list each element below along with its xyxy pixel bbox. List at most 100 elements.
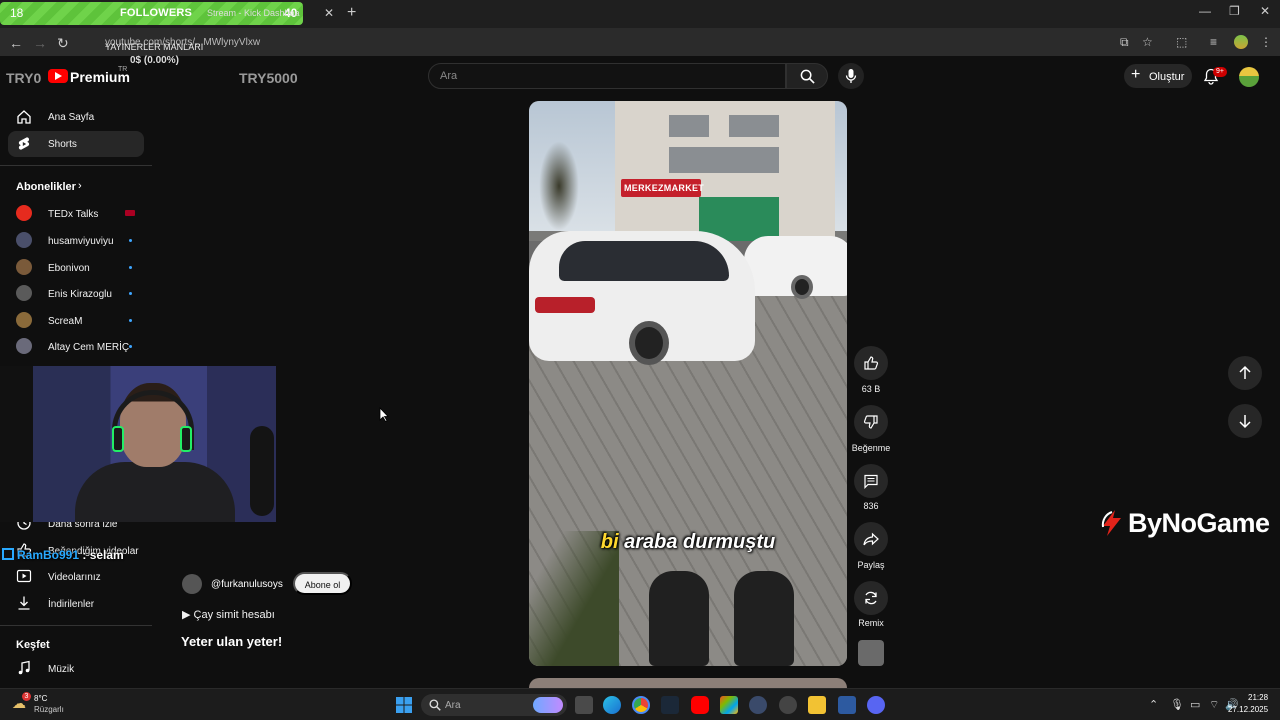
subscription-label[interactable]: Enis Kirazoglu (48, 289, 112, 300)
channel-avatar-tedx[interactable] (16, 205, 32, 221)
bookmark-star-icon[interactable]: ☆ (1142, 35, 1153, 49)
search-button[interactable] (786, 63, 828, 89)
discord-icon[interactable] (867, 696, 885, 714)
guitar-silhouette (250, 426, 274, 516)
chat-text: : selam (79, 548, 124, 562)
taskbar-date[interactable]: 27.12.2025 (1228, 705, 1268, 714)
microphone-icon[interactable]: 🎙 (1170, 698, 1184, 711)
short-title: Yeter ulan yeter! (181, 634, 283, 649)
streamer-body (75, 462, 235, 522)
create-label: Oluştur (1149, 71, 1185, 83)
share-button[interactable] (854, 522, 888, 556)
account-avatar[interactable] (1239, 67, 1259, 87)
channel-avatar[interactable] (16, 259, 32, 275)
browser-tab-title[interactable]: Stream - Kick Dashboa (207, 8, 300, 18)
new-content-dot (129, 345, 132, 348)
chrome-browser-icon[interactable] (632, 696, 650, 714)
office-icon[interactable] (720, 696, 738, 714)
video-caption: bi araba durmuştu (529, 531, 847, 554)
notification-badge: 9+ (1213, 67, 1227, 77)
video-window (729, 115, 779, 137)
weather-description[interactable]: Rüzgarlı (34, 705, 64, 714)
comments-button[interactable] (854, 464, 888, 498)
search-icon (800, 69, 815, 84)
logo-region-code: TR (118, 66, 128, 73)
weather-temperature[interactable]: 8°C (34, 694, 47, 703)
like-count: 63 B (861, 384, 881, 394)
live-indicator-icon (125, 210, 135, 216)
dislike-button[interactable] (854, 405, 888, 439)
reload-icon[interactable]: ↻ (57, 35, 69, 52)
subscription-label[interactable]: ScreaM (48, 316, 82, 327)
chevron-right-icon[interactable]: › (78, 180, 82, 192)
dislike-label: Beğenme (851, 443, 891, 453)
search-input[interactable] (428, 63, 786, 89)
sidebar-item-downloads[interactable]: İndirilenler (48, 599, 94, 610)
channel-avatar[interactable] (16, 285, 32, 301)
caption-highlight: bi (600, 531, 619, 553)
voice-search-button[interactable] (838, 63, 864, 89)
thumbs-down-icon (863, 415, 878, 429)
youtube-app-icon[interactable] (691, 696, 709, 714)
donation-counter-left: TRY0 (6, 70, 42, 86)
remix-button[interactable] (854, 581, 888, 615)
microphone-icon (845, 69, 857, 83)
minimize-icon[interactable]: — (1199, 4, 1211, 18)
forward-icon[interactable]: → (33, 35, 47, 51)
sidebar-item-your-videos[interactable]: Videolarınız (48, 572, 101, 583)
sidebar-item-music[interactable]: Müzik (48, 664, 74, 675)
network-icon[interactable]: ⌔ (1209, 698, 1219, 712)
file-explorer-icon[interactable] (808, 696, 826, 714)
edge-browser-icon[interactable] (603, 696, 621, 714)
app-icon[interactable] (749, 696, 767, 714)
browser-profile-avatar[interactable] (1234, 35, 1248, 49)
subscribe-button[interactable]: Abone ol (293, 572, 352, 595)
youtube-logo-icon[interactable] (48, 69, 68, 83)
subscription-label[interactable]: husamviyuviyu (48, 236, 114, 247)
donation-counter-right: TRY5000 (239, 70, 298, 86)
explore-heading: Keşfet (16, 639, 50, 651)
short-video-player[interactable]: MERKEZMARKET bi araba durmuştu (529, 101, 847, 666)
channel-avatar[interactable] (182, 574, 202, 594)
browser-menu-icon[interactable]: ⋮ (1260, 35, 1272, 49)
subscription-label[interactable]: Altay Cem MERİÇ (48, 342, 129, 353)
taskbar-time[interactable]: 21:28 (1248, 693, 1268, 702)
close-window-icon[interactable]: ✕ (1260, 4, 1270, 18)
video-car-wheel (791, 275, 813, 299)
tray-overflow-icon[interactable]: ⌃ (1149, 698, 1158, 711)
home-icon (17, 110, 31, 124)
like-button[interactable] (854, 346, 888, 380)
channel-handle[interactable]: @furkanulusoys (211, 579, 283, 590)
media-control-icon[interactable]: ≡ (1210, 35, 1217, 49)
new-tab-icon[interactable]: + (347, 4, 356, 22)
video-balcony (669, 147, 779, 173)
stream-overlay-progress: 0$ (0.00%) (130, 55, 179, 66)
restore-icon[interactable]: ❐ (1229, 4, 1240, 18)
channel-avatar[interactable] (16, 338, 32, 354)
tab-close-icon[interactable]: ✕ (324, 6, 334, 20)
steam-icon[interactable] (661, 696, 679, 714)
app-icon[interactable] (838, 696, 856, 714)
subscription-label[interactable]: Ebonivon (48, 263, 90, 274)
back-icon[interactable]: ← (9, 35, 23, 51)
sound-thumbnail[interactable] (858, 640, 884, 666)
sidebar-divider (0, 625, 152, 626)
subscriptions-heading[interactable]: Abonelikler (16, 181, 76, 193)
video-shoe-left (649, 571, 709, 666)
obs-icon[interactable] (779, 696, 797, 714)
windows-start-icon[interactable] (396, 697, 412, 713)
task-view-icon[interactable] (575, 696, 593, 714)
video-car-taillight (535, 297, 595, 313)
next-short-button[interactable] (1228, 404, 1262, 438)
shop-sign-text: MERKEZMARKET (624, 183, 705, 193)
extensions-icon[interactable]: ⬚ (1176, 35, 1187, 49)
channel-avatar[interactable] (16, 232, 32, 248)
previous-short-button[interactable] (1228, 356, 1262, 390)
subscription-label[interactable]: TEDx Talks (48, 209, 98, 220)
remix-label: Remix (858, 618, 884, 628)
share-icon (863, 532, 879, 546)
music-link[interactable]: ▶ Çay simit hesabı (182, 608, 275, 621)
cast-icon[interactable]: ⧉ (1120, 35, 1129, 50)
display-icon[interactable]: ▭ (1190, 698, 1200, 711)
channel-avatar[interactable] (16, 312, 32, 328)
